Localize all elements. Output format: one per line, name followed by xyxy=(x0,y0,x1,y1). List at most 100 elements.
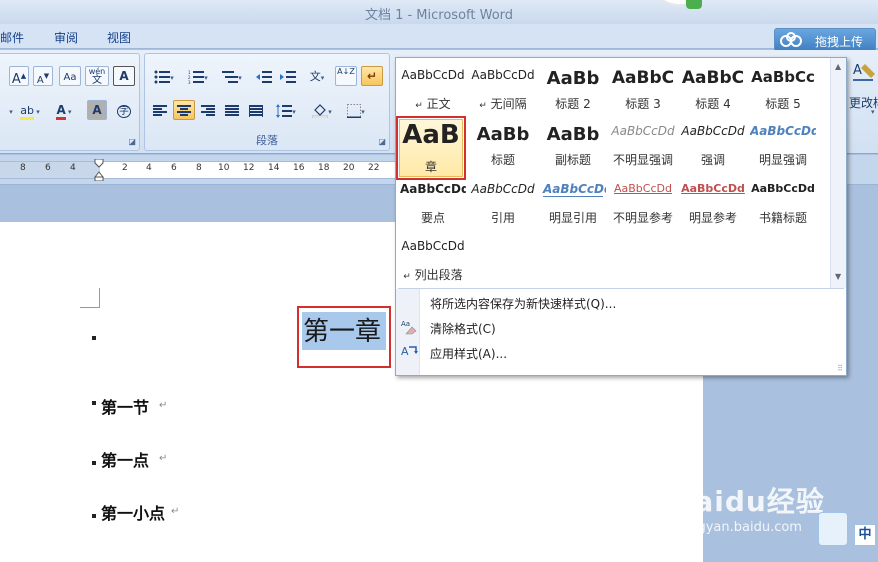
style-sample: AaBbCcDd xyxy=(401,239,465,253)
style-name: 标题 3 xyxy=(625,97,661,111)
numbering-button[interactable]: 1 2 3 ▾ xyxy=(183,66,213,86)
style-sample: AaBbCcDd xyxy=(614,182,672,195)
save-quick-style-menu-item[interactable]: 将所选内容保存为新快速样式(Q)... xyxy=(398,290,844,314)
ime-mode-badge[interactable]: 中 xyxy=(854,524,876,546)
align-left-button[interactable] xyxy=(149,100,171,120)
tab-mailings[interactable]: 邮件 xyxy=(0,29,24,46)
paragraph-marker xyxy=(92,461,96,465)
style-tile[interactable]: AaBbCcDd 引用 xyxy=(470,176,536,228)
style-tile[interactable]: AaBbCcDd 不明显强调 xyxy=(610,118,676,170)
style-tile[interactable]: AaBbCcDd 强调 xyxy=(680,118,746,170)
style-name: 强调 xyxy=(700,153,725,167)
grow-font-button[interactable]: A▲ xyxy=(9,66,29,87)
style-tile[interactable]: AaBbCcDd 明显引用 xyxy=(540,176,606,228)
shading-icon xyxy=(311,103,329,118)
shading-button[interactable]: ▾ xyxy=(307,100,337,120)
style-name: 明显参考 xyxy=(688,211,737,225)
style-tile-selected[interactable]: AaB 章 xyxy=(396,116,466,180)
decrease-indent-button[interactable] xyxy=(253,66,275,86)
title-bar: 文档 1 - Microsoft Word xyxy=(0,0,878,24)
style-tile[interactable]: AaBbCcDd ↵ 正文 xyxy=(400,62,466,114)
style-name: 书籍标题 xyxy=(758,211,807,225)
distribute-icon xyxy=(249,104,263,117)
style-tile[interactable]: AaBb 副标题 xyxy=(540,118,606,170)
indent-marker-icon[interactable] xyxy=(94,159,104,181)
ruler-number: 8 xyxy=(196,163,202,173)
subpoint-line[interactable]: 第一小点 xyxy=(101,500,165,524)
ruler-number: 6 xyxy=(171,163,177,173)
ime-indicator[interactable]: 中 xyxy=(818,512,878,548)
selected-heading[interactable]: 第一章 xyxy=(297,306,391,368)
scroll-down-icon[interactable]: ▼ xyxy=(835,272,841,281)
style-tile[interactable]: AaBbCcDd 明显参考 xyxy=(680,176,746,228)
font-dialog-launcher[interactable]: ◪ xyxy=(128,137,136,146)
sort-button[interactable]: A↓Z xyxy=(335,66,357,86)
style-name: 副标题 xyxy=(554,153,591,167)
style-name: 明显引用 xyxy=(548,211,597,225)
style-tile[interactable]: AaBbCcDd 书籍标题 xyxy=(750,176,816,228)
increase-indent-button[interactable] xyxy=(277,66,299,86)
change-styles-caret-icon: ▾ xyxy=(871,108,875,116)
svg-text:3: 3 xyxy=(188,80,191,84)
align-right-icon xyxy=(201,104,215,116)
shrink-font-button[interactable]: A▼ xyxy=(33,66,53,86)
style-name: 不明显参考 xyxy=(612,211,673,225)
center-button[interactable] xyxy=(173,100,195,120)
scroll-up-icon[interactable]: ▲ xyxy=(835,62,841,71)
tab-view[interactable]: 视图 xyxy=(107,29,131,46)
font-color-button[interactable]: A ▾ xyxy=(49,100,79,120)
paragraph-marker xyxy=(92,514,96,518)
enclose-characters-button[interactable]: 字 xyxy=(113,100,135,120)
window-title: 文档 1 - Microsoft Word xyxy=(364,8,514,23)
gallery-scrollbar[interactable]: ▲ ▼ xyxy=(830,58,846,288)
section-line[interactable]: 第一节 xyxy=(101,394,149,418)
point-line[interactable]: 第一点 xyxy=(101,447,149,471)
change-styles-icon: A xyxy=(853,63,875,81)
style-sample: AaBbCcDd xyxy=(681,182,745,195)
change-case-button[interactable]: Aa xyxy=(59,66,81,86)
phonetic-guide-button[interactable]: wén 文 xyxy=(85,66,109,86)
tab-review[interactable]: 审阅 xyxy=(54,29,78,46)
style-name: ↵ 列出段落 xyxy=(403,268,463,282)
style-tile[interactable]: AaBbCcDd 明显强调 xyxy=(750,118,816,170)
upload-label: 拖拽上传 xyxy=(815,35,864,49)
style-tile[interactable]: AaBb 标题 2 xyxy=(540,62,606,114)
style-name: ↵ 无间隔 xyxy=(479,97,527,111)
style-tile[interactable]: AaBb 标题 xyxy=(470,118,536,170)
distribute-button[interactable] xyxy=(245,100,267,120)
borders-button[interactable]: ▾ xyxy=(341,100,371,120)
highlight-button[interactable]: ab ▾ xyxy=(15,100,45,120)
justify-icon xyxy=(225,104,239,116)
ruler-number: 10 xyxy=(218,163,230,173)
font-caret-icon[interactable]: ▾ xyxy=(7,100,15,120)
change-styles-button[interactable]: A 更改样 ▾ xyxy=(849,60,878,120)
style-tile[interactable]: AaBbCc 标题 5 xyxy=(750,62,816,114)
svg-text:A: A xyxy=(853,63,862,78)
character-border-button[interactable]: A xyxy=(113,66,135,86)
character-shading-button[interactable]: A xyxy=(87,100,107,120)
line-spacing-button[interactable]: ▾ xyxy=(271,100,301,120)
chinese-layout-button[interactable]: 文▾ xyxy=(303,66,331,86)
style-tile[interactable]: AaBbCcDd 要点 xyxy=(400,176,466,228)
justify-button[interactable] xyxy=(221,100,243,120)
resize-grip-icon[interactable]: ⠿ xyxy=(837,364,843,373)
paragraph-dialog-launcher[interactable]: ◪ xyxy=(378,137,386,146)
style-name: 章 xyxy=(424,160,437,174)
style-tile[interactable]: AaBbCcDd 不明显参考 xyxy=(610,176,676,228)
apply-styles-menu-item[interactable]: A 应用样式(A)... xyxy=(398,340,844,364)
style-tile[interactable]: AaBbCcDd ↵ 无间隔 xyxy=(470,62,536,114)
quick-styles-gallery: AaBbCcDd ↵ 正文 AaBbCcDd ↵ 无间隔 AaBb 标题 2 A… xyxy=(395,57,847,376)
ime-mascot-icon xyxy=(818,512,848,546)
style-tile[interactable]: AaBbCcDd ↵ 列出段落 xyxy=(400,233,466,285)
drag-upload-button[interactable]: 拖拽上传 xyxy=(774,28,876,52)
multilevel-list-button[interactable]: ▾ xyxy=(217,66,247,86)
paragraph-marker xyxy=(92,401,96,405)
clear-formatting-menu-item[interactable]: Aa 清除格式(C) xyxy=(398,315,844,339)
style-name: 要点 xyxy=(420,211,445,225)
style-tile[interactable]: AaBbC 标题 4 xyxy=(680,62,746,114)
align-right-button[interactable] xyxy=(197,100,219,120)
bullets-button[interactable]: ▾ xyxy=(149,66,179,86)
style-tile[interactable]: AaBbC 标题 3 xyxy=(610,62,676,114)
bullets-icon xyxy=(154,70,171,83)
show-hide-marks-button[interactable]: ↵ xyxy=(361,66,383,86)
